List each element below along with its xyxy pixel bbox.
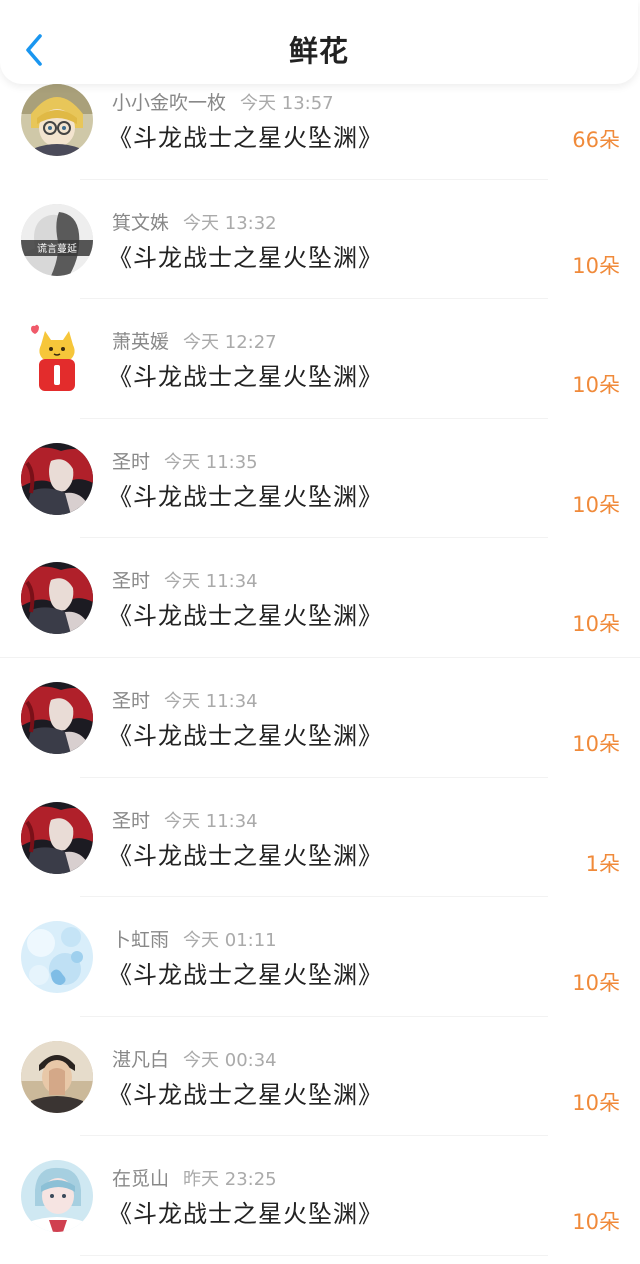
light-blue-bokeh-avatar <box>21 921 93 994</box>
user-meta: 小小金吹一枚 今天 13:57 <box>112 88 334 115</box>
list-item[interactable]: 湛凡白 今天 00:34 《斗龙战士之星火坠渊》 10朵 <box>0 1017 640 1137</box>
flower-count: 10朵 <box>572 492 620 517</box>
list-item[interactable]: 萧英媛 今天 12:27 《斗龙战士之星火坠渊》 10朵 <box>0 299 640 419</box>
book-title[interactable]: 《斗龙战士之星火坠渊》 <box>108 596 383 631</box>
book-title[interactable]: 《斗龙战士之星火坠渊》 <box>108 1075 383 1110</box>
yellow-cat-avatar <box>21 323 93 396</box>
book-title[interactable]: 《斗龙战士之星火坠渊》 <box>108 357 383 392</box>
user-avatar[interactable] <box>21 681 93 754</box>
book-title[interactable]: 《斗龙战士之星火坠渊》 <box>108 1194 383 1229</box>
timestamp: 今天 11:34 <box>164 690 258 712</box>
timestamp: 今天 11:35 <box>164 451 258 473</box>
list-item[interactable]: 谎言蔓延 箕文姝 今天 13:32 《斗龙战士之星火坠渊》 10朵 <box>0 180 640 300</box>
username[interactable]: 箕文姝 <box>112 212 169 234</box>
girl-photo-avatar <box>21 1160 93 1233</box>
user-avatar[interactable]: 谎言蔓延 <box>21 203 93 276</box>
list-item[interactable]: 卜虹雨 今天 01:11 《斗龙战士之星火坠渊》 10朵 <box>0 897 640 1017</box>
user-meta: 萧英媛 今天 12:27 <box>112 327 277 354</box>
username[interactable]: 在觅山 <box>112 1168 169 1190</box>
list-item[interactable]: 圣时 今天 11:34 《斗龙战士之星火坠渊》 1朵 <box>0 778 640 898</box>
user-meta: 卜虹雨 今天 01:11 <box>112 925 277 952</box>
flower-count: 10朵 <box>572 373 620 398</box>
flower-count: 10朵 <box>572 1090 620 1115</box>
user-avatar[interactable] <box>21 1040 93 1113</box>
book-title[interactable]: 《斗龙战士之星火坠渊》 <box>108 238 383 273</box>
list-item[interactable]: 在觅山 昨天 23:25 《斗龙战士之星火坠渊》 10朵 <box>0 1136 640 1256</box>
user-avatar[interactable] <box>21 323 93 396</box>
red-hair-anime-avatar <box>21 681 93 754</box>
flower-count: 66朵 <box>572 128 620 152</box>
red-hair-anime-avatar <box>21 801 93 874</box>
user-avatar[interactable] <box>21 1160 93 1233</box>
username[interactable]: 圣时 <box>112 570 150 592</box>
username[interactable]: 小小金吹一枚 <box>112 92 226 114</box>
username[interactable]: 圣时 <box>112 690 150 712</box>
username[interactable]: 圣时 <box>112 810 150 832</box>
timestamp: 今天 01:11 <box>183 930 277 952</box>
book-title[interactable]: 《斗龙战士之星火坠渊》 <box>108 836 383 871</box>
flower-count: 10朵 <box>572 1210 620 1235</box>
user-meta: 圣时 今天 11:34 <box>112 686 258 713</box>
username[interactable]: 卜虹雨 <box>112 929 169 951</box>
user-avatar[interactable] <box>21 562 93 635</box>
red-hair-anime-avatar <box>21 442 93 515</box>
user-meta: 圣时 今天 11:34 <box>112 566 258 593</box>
username[interactable]: 圣时 <box>112 451 150 473</box>
user-meta: 湛凡白 今天 00:34 <box>112 1045 277 1072</box>
top-nav-bar: 鲜花 <box>0 0 638 84</box>
user-avatar[interactable] <box>21 84 93 156</box>
divider <box>80 1254 548 1256</box>
user-meta: 圣时 今天 11:34 <box>112 806 258 833</box>
username[interactable]: 萧英媛 <box>112 331 169 353</box>
user-meta: 圣时 今天 11:35 <box>112 447 258 474</box>
timestamp: 今天 13:32 <box>183 212 277 234</box>
list-item[interactable]: 圣时 今天 11:35 《斗龙战士之星火坠渊》 10朵 <box>0 419 640 539</box>
avatar-caption: 谎言蔓延 <box>37 242 77 255</box>
flower-record-list: 小小金吹一枚 今天 13:57 《斗龙战士之星火坠渊》 66朵 谎言蔓延 箕文姝今… <box>0 60 640 1256</box>
page-title: 鲜花 <box>288 34 349 68</box>
book-title[interactable]: 《斗龙战士之星火坠渊》 <box>108 118 383 153</box>
book-title[interactable]: 《斗龙战士之星火坠渊》 <box>108 477 383 512</box>
timestamp: 今天 13:57 <box>240 93 334 114</box>
user-meta: 箕文姝 今天 13:32 <box>112 208 277 235</box>
timestamp: 今天 11:34 <box>164 810 258 832</box>
timestamp: 今天 11:34 <box>164 571 258 593</box>
flower-count: 10朵 <box>572 731 620 756</box>
username[interactable]: 湛凡白 <box>112 1049 169 1071</box>
flower-count: 10朵 <box>572 612 620 637</box>
book-title[interactable]: 《斗龙战士之星火坠渊》 <box>108 955 383 990</box>
timestamp: 今天 12:27 <box>183 332 277 354</box>
flower-count: 10朵 <box>572 971 620 996</box>
boy-photo-avatar <box>21 1040 93 1113</box>
user-meta: 在觅山 昨天 23:25 <box>112 1164 277 1191</box>
user-avatar[interactable] <box>21 921 93 994</box>
user-avatar[interactable] <box>21 801 93 874</box>
flower-count: 1朵 <box>585 851 620 876</box>
red-hair-anime-avatar <box>21 562 93 635</box>
book-title[interactable]: 《斗龙战士之星火坠渊》 <box>108 716 383 751</box>
timestamp: 今天 00:34 <box>183 1049 277 1071</box>
list-item[interactable]: 圣时 今天 11:34 《斗龙战士之星火坠渊》 10朵 <box>0 658 640 778</box>
timestamp: 昨天 23:25 <box>183 1169 277 1191</box>
grayscale-photo-avatar: 谎言蔓延 <box>21 203 93 276</box>
anime-blonde-avatar <box>21 84 93 156</box>
list-item[interactable]: 圣时 今天 11:34 《斗龙战士之星火坠渊》 10朵 <box>0 538 640 658</box>
flower-count: 10朵 <box>572 253 620 278</box>
user-avatar[interactable] <box>21 442 93 515</box>
